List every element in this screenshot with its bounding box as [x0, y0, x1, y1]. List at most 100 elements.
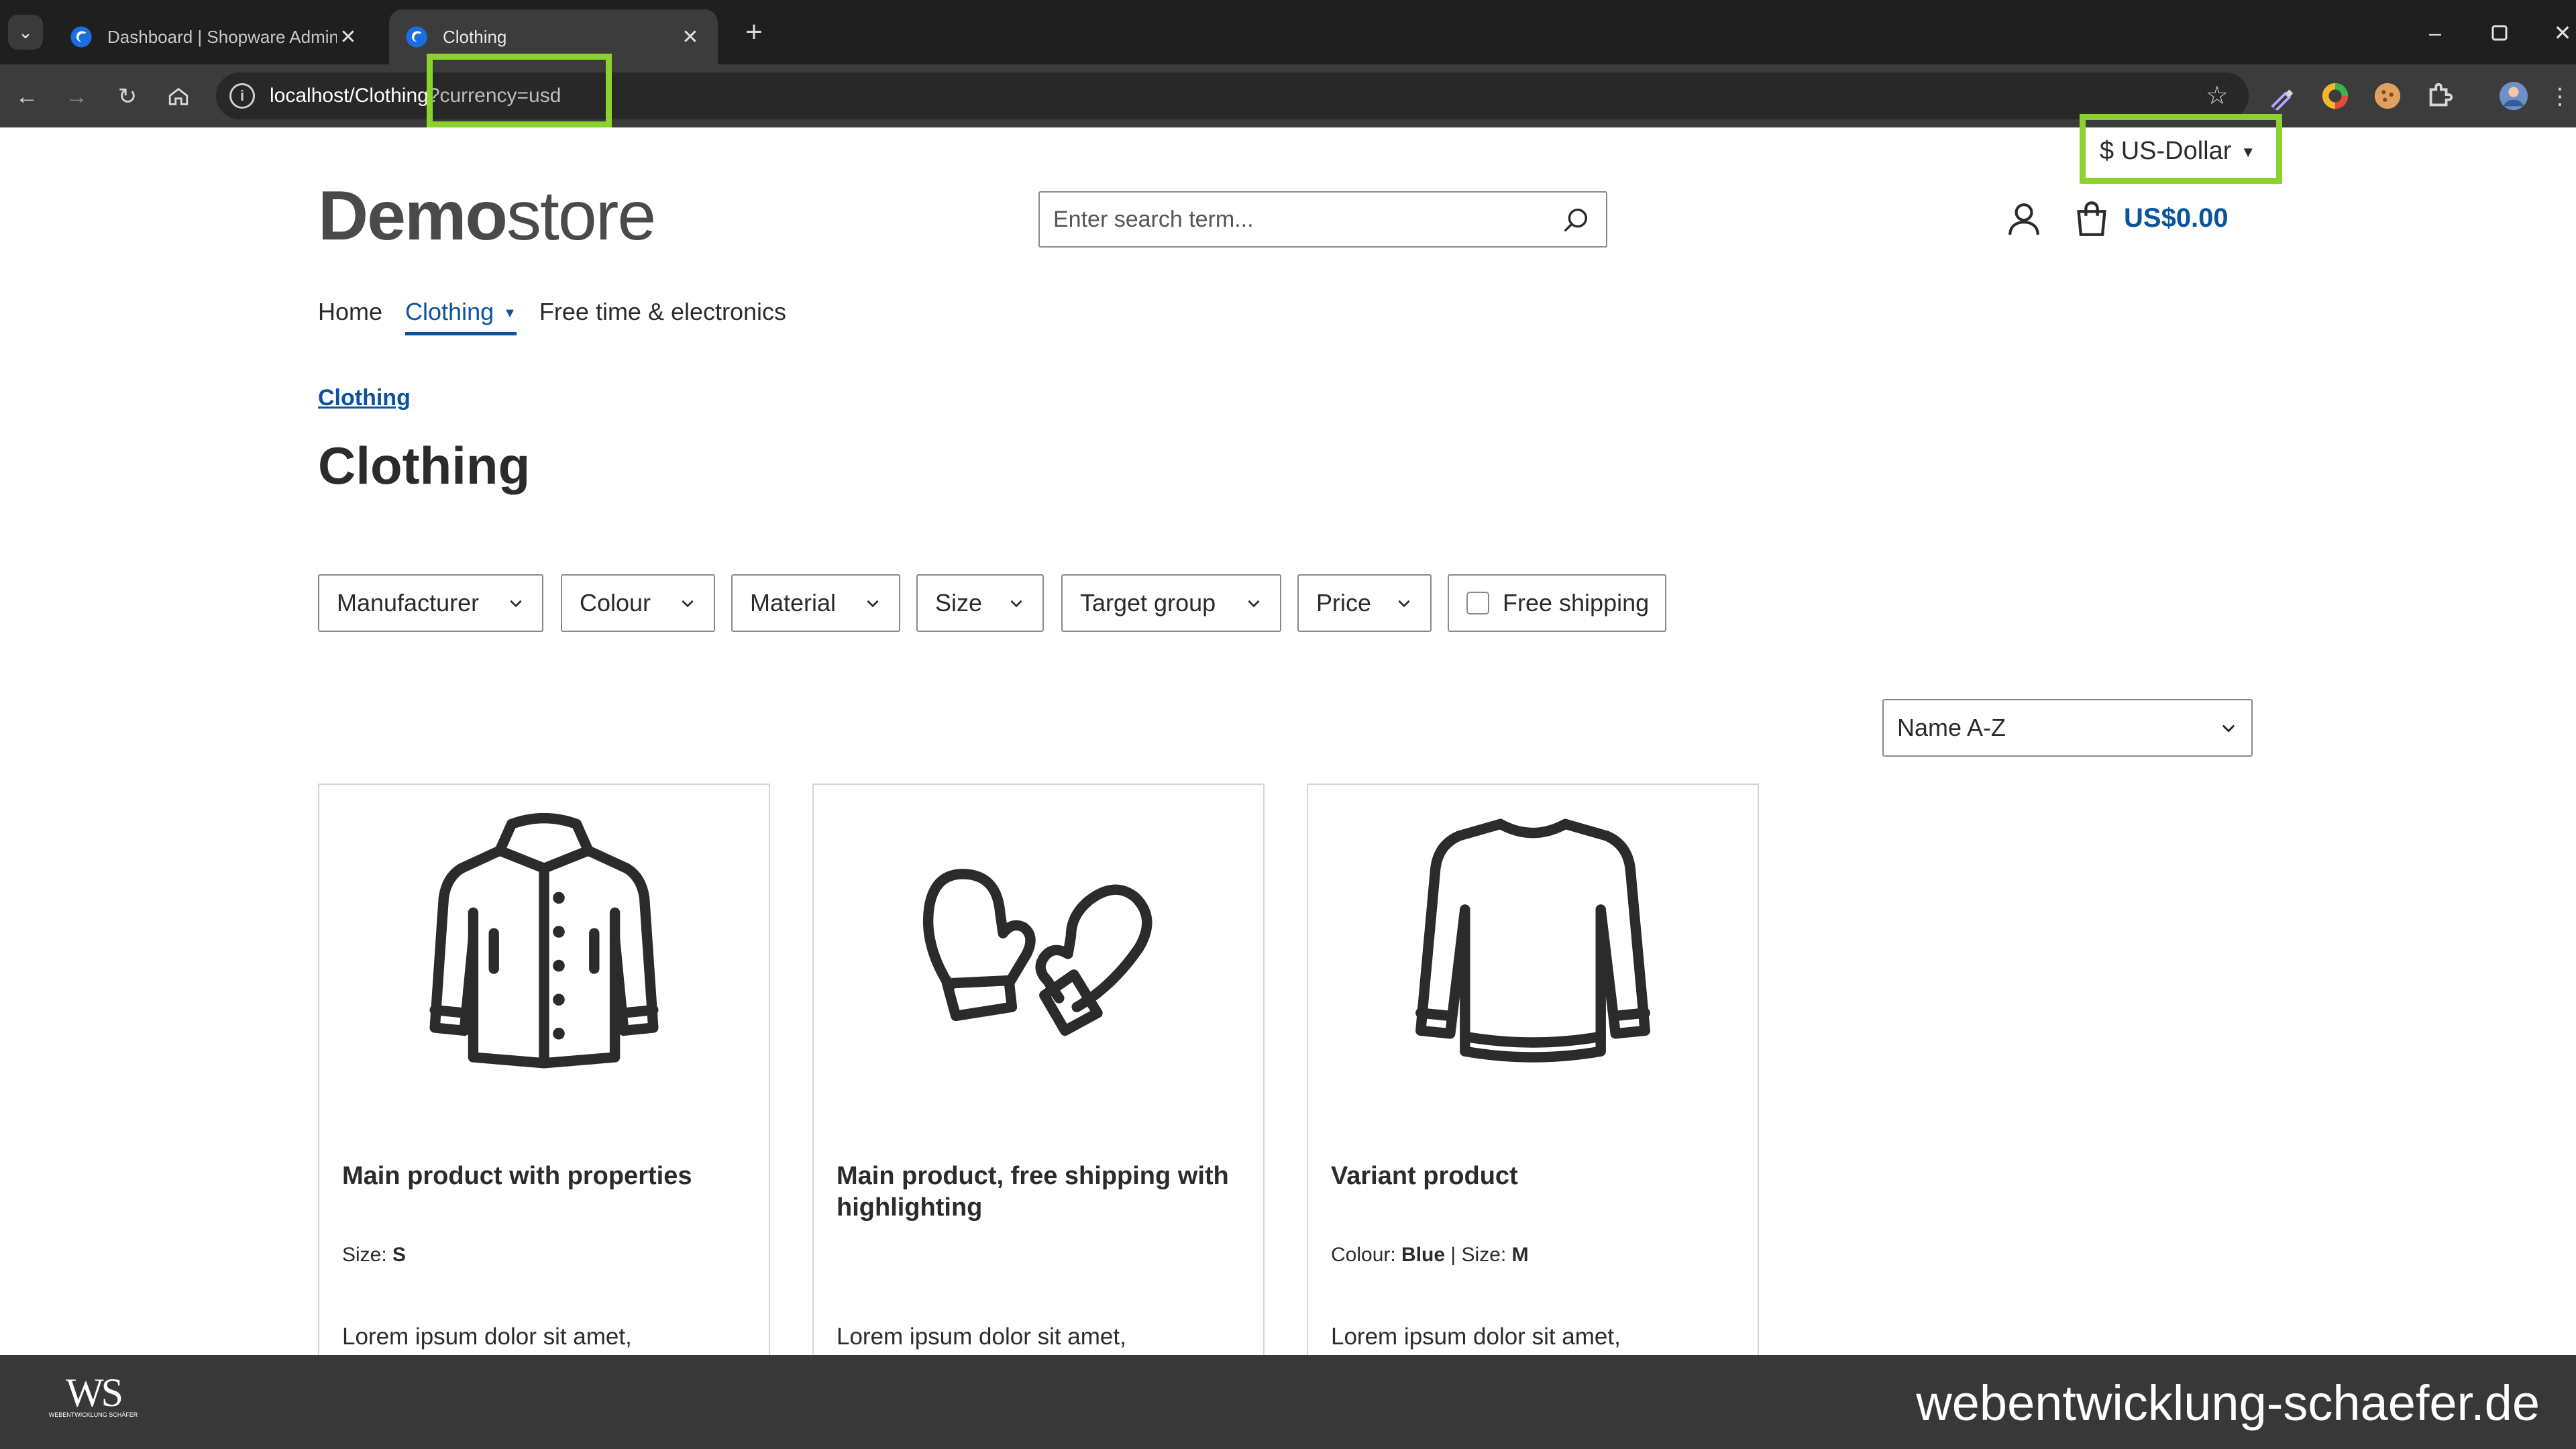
jacket-icon: [429, 812, 659, 1069]
logo-letters: WS: [66, 1371, 121, 1415]
sort-selected-value: Name A-Z: [1897, 714, 2006, 741]
product-card[interactable]: Main product with properties Size: S Lor…: [318, 784, 770, 1360]
product-image[interactable]: [319, 785, 769, 1093]
website-watermark: webentwicklung-schaefer.de: [1916, 1375, 2540, 1431]
filter-label: Free shipping: [1503, 589, 1650, 616]
product-description: Lorem ipsum dolor sit amet,: [1331, 1324, 1621, 1350]
back-icon[interactable]: ←: [9, 79, 44, 114]
property-value: M: [1511, 1244, 1529, 1266]
extensions-puzzle-icon[interactable]: [2424, 80, 2455, 111]
close-window-icon[interactable]: ✕: [2542, 16, 2576, 50]
product-name[interactable]: Main product with properties: [342, 1161, 751, 1192]
chevron-down-icon: [1232, 594, 1263, 612]
chevron-down-icon: [665, 594, 696, 612]
product-properties: Colour: Blue | Size: M: [1331, 1241, 1529, 1269]
product-image[interactable]: [1308, 785, 1758, 1093]
chevron-down-icon: [994, 594, 1025, 612]
maximize-icon[interactable]: [2479, 16, 2520, 50]
cart-icon[interactable]: [2074, 200, 2109, 237]
breadcrumb[interactable]: Clothing: [318, 382, 411, 413]
ws-logo: WS WEBENTWICKLUNG SCHÄFER: [49, 1371, 138, 1418]
page-title: Clothing: [318, 436, 531, 495]
filter-price[interactable]: Price: [1297, 574, 1432, 632]
product-description: Lorem ipsum dolor sit amet,: [837, 1324, 1126, 1350]
store-logo[interactable]: Demostore: [318, 176, 656, 256]
search-input[interactable]: [1053, 193, 1536, 246]
cookie-extension-icon[interactable]: [2372, 80, 2403, 111]
cart-total[interactable]: US$0.00: [2124, 201, 2229, 235]
caret-down-icon: ▼: [2241, 143, 2256, 160]
color-picker-extension-icon[interactable]: [2267, 80, 2298, 111]
sweater-icon: [1415, 818, 1650, 1063]
search-icon[interactable]: [1560, 205, 1591, 235]
product-card[interactable]: Variant product Colour: Blue | Size: M L…: [1307, 784, 1759, 1360]
filter-size[interactable]: Size: [916, 574, 1044, 632]
filter-free-shipping[interactable]: Free shipping: [1448, 574, 1666, 632]
watermark-bar: WS WEBENTWICKLUNG SCHÄFER webentwicklung…: [0, 1355, 2576, 1449]
nav-item-label: Home: [318, 298, 383, 325]
filter-label: Target group: [1080, 589, 1216, 616]
filter-label: Price: [1316, 589, 1372, 616]
property-key: Size:: [342, 1244, 393, 1266]
nav-item-label: Clothing: [405, 298, 494, 325]
property-value: S: [392, 1244, 407, 1266]
shopware-favicon-icon: [70, 26, 92, 48]
currency-selector[interactable]: $ US-Dollar ▼: [2100, 134, 2255, 168]
filter-manufacturer[interactable]: Manufacturer: [318, 574, 543, 632]
product-name[interactable]: Variant product: [1331, 1161, 1740, 1192]
site-info-icon[interactable]: i: [229, 83, 255, 109]
nav-item-home[interactable]: Home: [318, 295, 382, 335]
nav-item-free-time-electronics[interactable]: Free time & electronics: [539, 295, 786, 335]
close-tab-icon[interactable]: ✕: [337, 25, 360, 49]
home-icon[interactable]: [161, 79, 196, 114]
browser-menu-icon[interactable]: ⋮: [2542, 79, 2576, 114]
filter-label: Manufacturer: [337, 589, 480, 616]
color-wheel-extension-icon[interactable]: [2320, 80, 2351, 111]
url-host-path: localhost/Clothing: [270, 85, 429, 107]
reload-icon[interactable]: ↻: [110, 79, 145, 114]
bookmark-star-icon[interactable]: ☆: [2206, 80, 2229, 111]
profile-avatar-icon[interactable]: [2498, 80, 2529, 111]
tab-title: Clothing: [443, 26, 507, 47]
filter-label: Material: [750, 589, 837, 616]
main-navigation: Home Clothing ▼ Free time & electronics: [318, 295, 809, 335]
product-properties: Size: S: [342, 1241, 406, 1269]
chevron-down-icon: [1382, 594, 1413, 612]
chevron-down-icon: [2219, 718, 2238, 737]
browser-tab-bar: ⌄ Dashboard | Shopware Administration ✕ …: [0, 0, 2576, 64]
minimize-icon[interactable]: –: [2415, 16, 2455, 50]
filter-material[interactable]: Material: [731, 574, 900, 632]
nav-item-clothing[interactable]: Clothing ▼: [405, 295, 517, 335]
free-shipping-checkbox[interactable]: [1466, 592, 1489, 614]
search-box: [1038, 191, 1607, 248]
caret-down-icon: ▼: [503, 306, 517, 321]
shopware-favicon-icon: [406, 26, 427, 48]
account-icon[interactable]: [2007, 201, 2041, 237]
tab-search-button[interactable]: ⌄: [8, 15, 43, 50]
product-description: Lorem ipsum dolor sit amet,: [342, 1324, 632, 1350]
url-query-highlight: [427, 54, 612, 127]
new-tab-button[interactable]: +: [737, 15, 771, 50]
filter-label: Size: [935, 589, 983, 616]
sort-select[interactable]: Name A-Z: [1882, 699, 2253, 757]
filter-colour[interactable]: Colour: [561, 574, 715, 632]
logo-bold-part: Demo: [318, 177, 508, 255]
currency-label: $ US-Dollar: [2100, 137, 2232, 165]
tab-title: Dashboard | Shopware Administration: [107, 26, 337, 47]
chevron-down-icon: [851, 594, 881, 612]
product-image[interactable]: [814, 785, 1263, 1093]
product-name[interactable]: Main product, free shipping with highlig…: [837, 1161, 1246, 1224]
chevron-down-icon: [494, 594, 525, 612]
property-value: Blue: [1401, 1244, 1446, 1266]
property-key: | Size:: [1445, 1244, 1512, 1266]
tab-dashboard[interactable]: Dashboard | Shopware Administration ✕: [54, 9, 376, 64]
property-key: Colour:: [1331, 1244, 1402, 1266]
logo-subline: WEBENTWICKLUNG SCHÄFER: [49, 1411, 138, 1418]
close-tab-icon[interactable]: ✕: [679, 25, 702, 49]
logo-light-part: store: [506, 177, 656, 255]
filter-label: Colour: [580, 589, 651, 616]
forward-icon[interactable]: →: [59, 79, 94, 114]
filter-target-group[interactable]: Target group: [1061, 574, 1281, 632]
product-card[interactable]: Main product, free shipping with highlig…: [812, 784, 1265, 1360]
mittens-icon: [922, 869, 1152, 1036]
